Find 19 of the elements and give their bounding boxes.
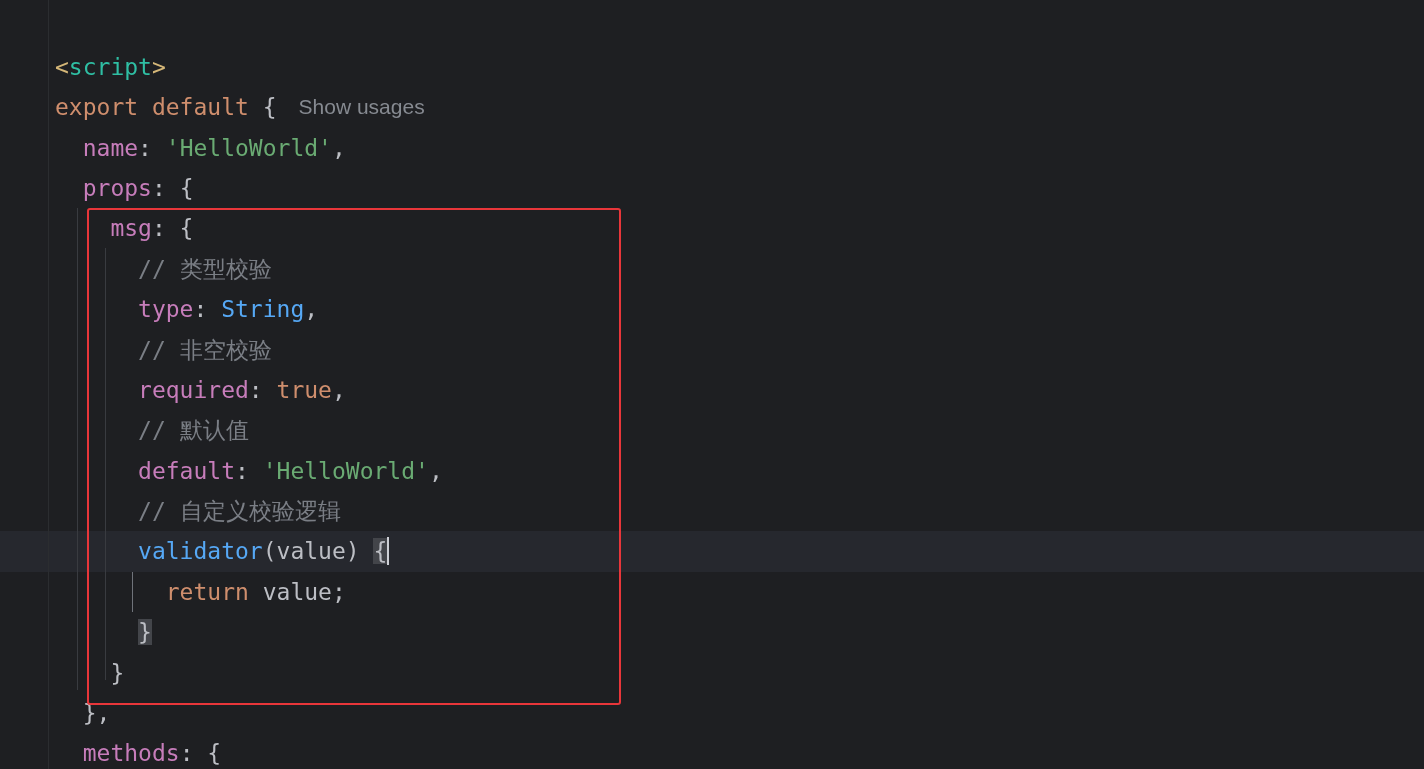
show-usages-link[interactable]: Show usages [298, 92, 425, 123]
code-line: // 默认值 [138, 416, 249, 446]
code-line: methods: { [82, 739, 222, 769]
code-line: <script> [55, 52, 166, 82]
code-line: props: { [82, 173, 194, 203]
code-line: required: true, [138, 375, 346, 405]
code-line: } [110, 658, 125, 688]
code-line: // 非空校验 [138, 335, 272, 365]
code-line: validator(value) { [138, 537, 388, 567]
code-line: default: 'HelloWorld', [138, 456, 443, 486]
code-editor[interactable] [0, 0, 1424, 769]
code-line: type: String, [138, 295, 319, 325]
code-line: // 类型校验 [138, 254, 272, 284]
code-line: }, [82, 699, 111, 729]
code-line: msg: { [110, 214, 194, 244]
code-line: export default { [55, 93, 277, 123]
code-line: name: 'HelloWorld', [82, 133, 346, 163]
code-line: // 自定义校验逻辑 [138, 497, 341, 527]
code-line: return value; [165, 577, 346, 607]
